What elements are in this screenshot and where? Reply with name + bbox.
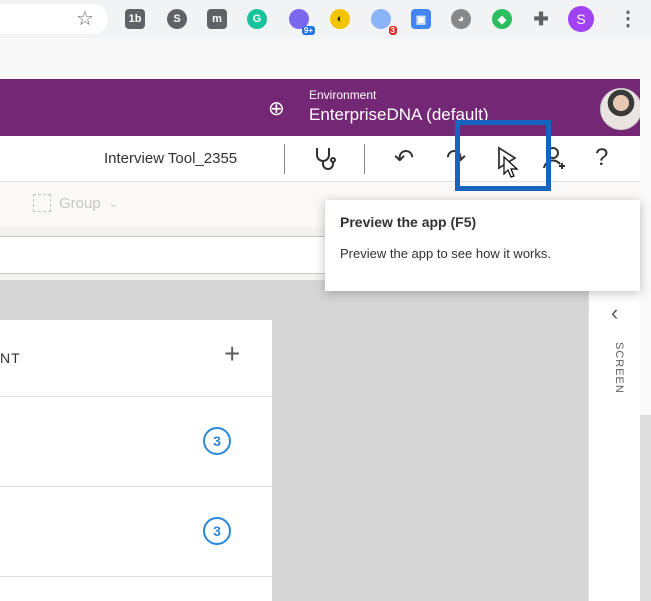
extension-label: G <box>252 13 262 25</box>
chevron-down-icon: ⌄ <box>108 197 118 210</box>
panel-header: NT + <box>0 320 272 397</box>
extension-label: ◐ <box>336 13 344 25</box>
window-edge-lower <box>640 415 651 601</box>
clipboard-icon[interactable]: ▣ <box>411 9 431 29</box>
group-label: Group <box>59 194 101 212</box>
help-icon[interactable]: ? <box>595 144 608 172</box>
preview-tooltip: Preview the app (F5) Preview the app to … <box>325 200 640 291</box>
extension-label: 1b <box>128 13 142 25</box>
extension-yellow-icon[interactable]: ◐ <box>330 9 350 29</box>
bookmark-icon[interactable]: m <box>207 9 227 29</box>
user-avatar[interactable] <box>600 88 642 130</box>
profile-letter: S <box>576 11 586 27</box>
badge-count: 9+ <box>301 26 315 35</box>
extension-badge-icon[interactable]: 9+ <box>289 9 315 35</box>
group-icon <box>33 194 51 212</box>
list-item[interactable]: 3 <box>0 486 272 577</box>
add-icon[interactable]: + <box>224 338 240 370</box>
count-badge: 3 <box>203 517 231 545</box>
profile-avatar[interactable]: S <box>568 6 594 32</box>
app-checker-stethoscope-icon[interactable] <box>311 144 339 179</box>
extension-label: S <box>173 13 181 25</box>
toolbar-divider <box>284 144 285 174</box>
extension-red-icon[interactable]: 3 <box>371 9 397 35</box>
count-badge: 3 <box>203 427 231 455</box>
bookmark-star-icon[interactable]: ☆ <box>76 6 94 31</box>
skype-icon[interactable]: S <box>167 9 187 29</box>
tooltip-description: Preview the app to see how it works. <box>340 246 551 261</box>
toolbar-divider <box>364 144 365 174</box>
list-item[interactable]: 3 <box>0 396 272 487</box>
group-button[interactable]: Group ⌄ <box>33 194 118 212</box>
formula-bar[interactable] <box>0 236 331 274</box>
properties-pane: ‹ SCREEN <box>588 280 641 601</box>
badge-count: 3 <box>388 26 397 35</box>
undo-icon[interactable]: ↶ <box>394 144 414 173</box>
panel-title: NT <box>0 350 21 366</box>
tooltip-title: Preview the app (F5) <box>340 214 477 230</box>
screen-label: SCREEN <box>613 342 625 394</box>
dog-icon[interactable]: ◕ <box>451 9 471 29</box>
tree-view-panel: NT + 3 3 <box>0 320 272 601</box>
highlight-box <box>455 120 551 191</box>
app-name[interactable]: Interview Tool_2355 <box>104 150 237 167</box>
puzzle-icon[interactable]: ✚ <box>531 9 551 29</box>
environment-icon: ⊕ <box>268 98 285 120</box>
environment-label: Environment <box>309 88 377 102</box>
browser-spacer <box>0 38 651 79</box>
extension-1b-icon[interactable]: 1b <box>125 9 145 29</box>
evernote-icon[interactable]: ◆ <box>492 9 512 29</box>
browser-menu-icon[interactable]: ⋮ <box>618 6 638 31</box>
extension-label: ◆ <box>497 13 507 26</box>
extension-label: ▣ <box>415 13 427 26</box>
chevron-left-icon[interactable]: ‹ <box>611 300 618 326</box>
browser-toolbar: ☆ 1b S m G 9+ ◐ 3 ▣ ◕ ◆ ✚ S ⋮ <box>0 0 651 38</box>
extension-label: m <box>212 13 222 25</box>
extension-label: ✚ <box>533 8 549 29</box>
grammarly-icon[interactable]: G <box>247 9 267 29</box>
extension-label: ◕ <box>457 13 465 25</box>
